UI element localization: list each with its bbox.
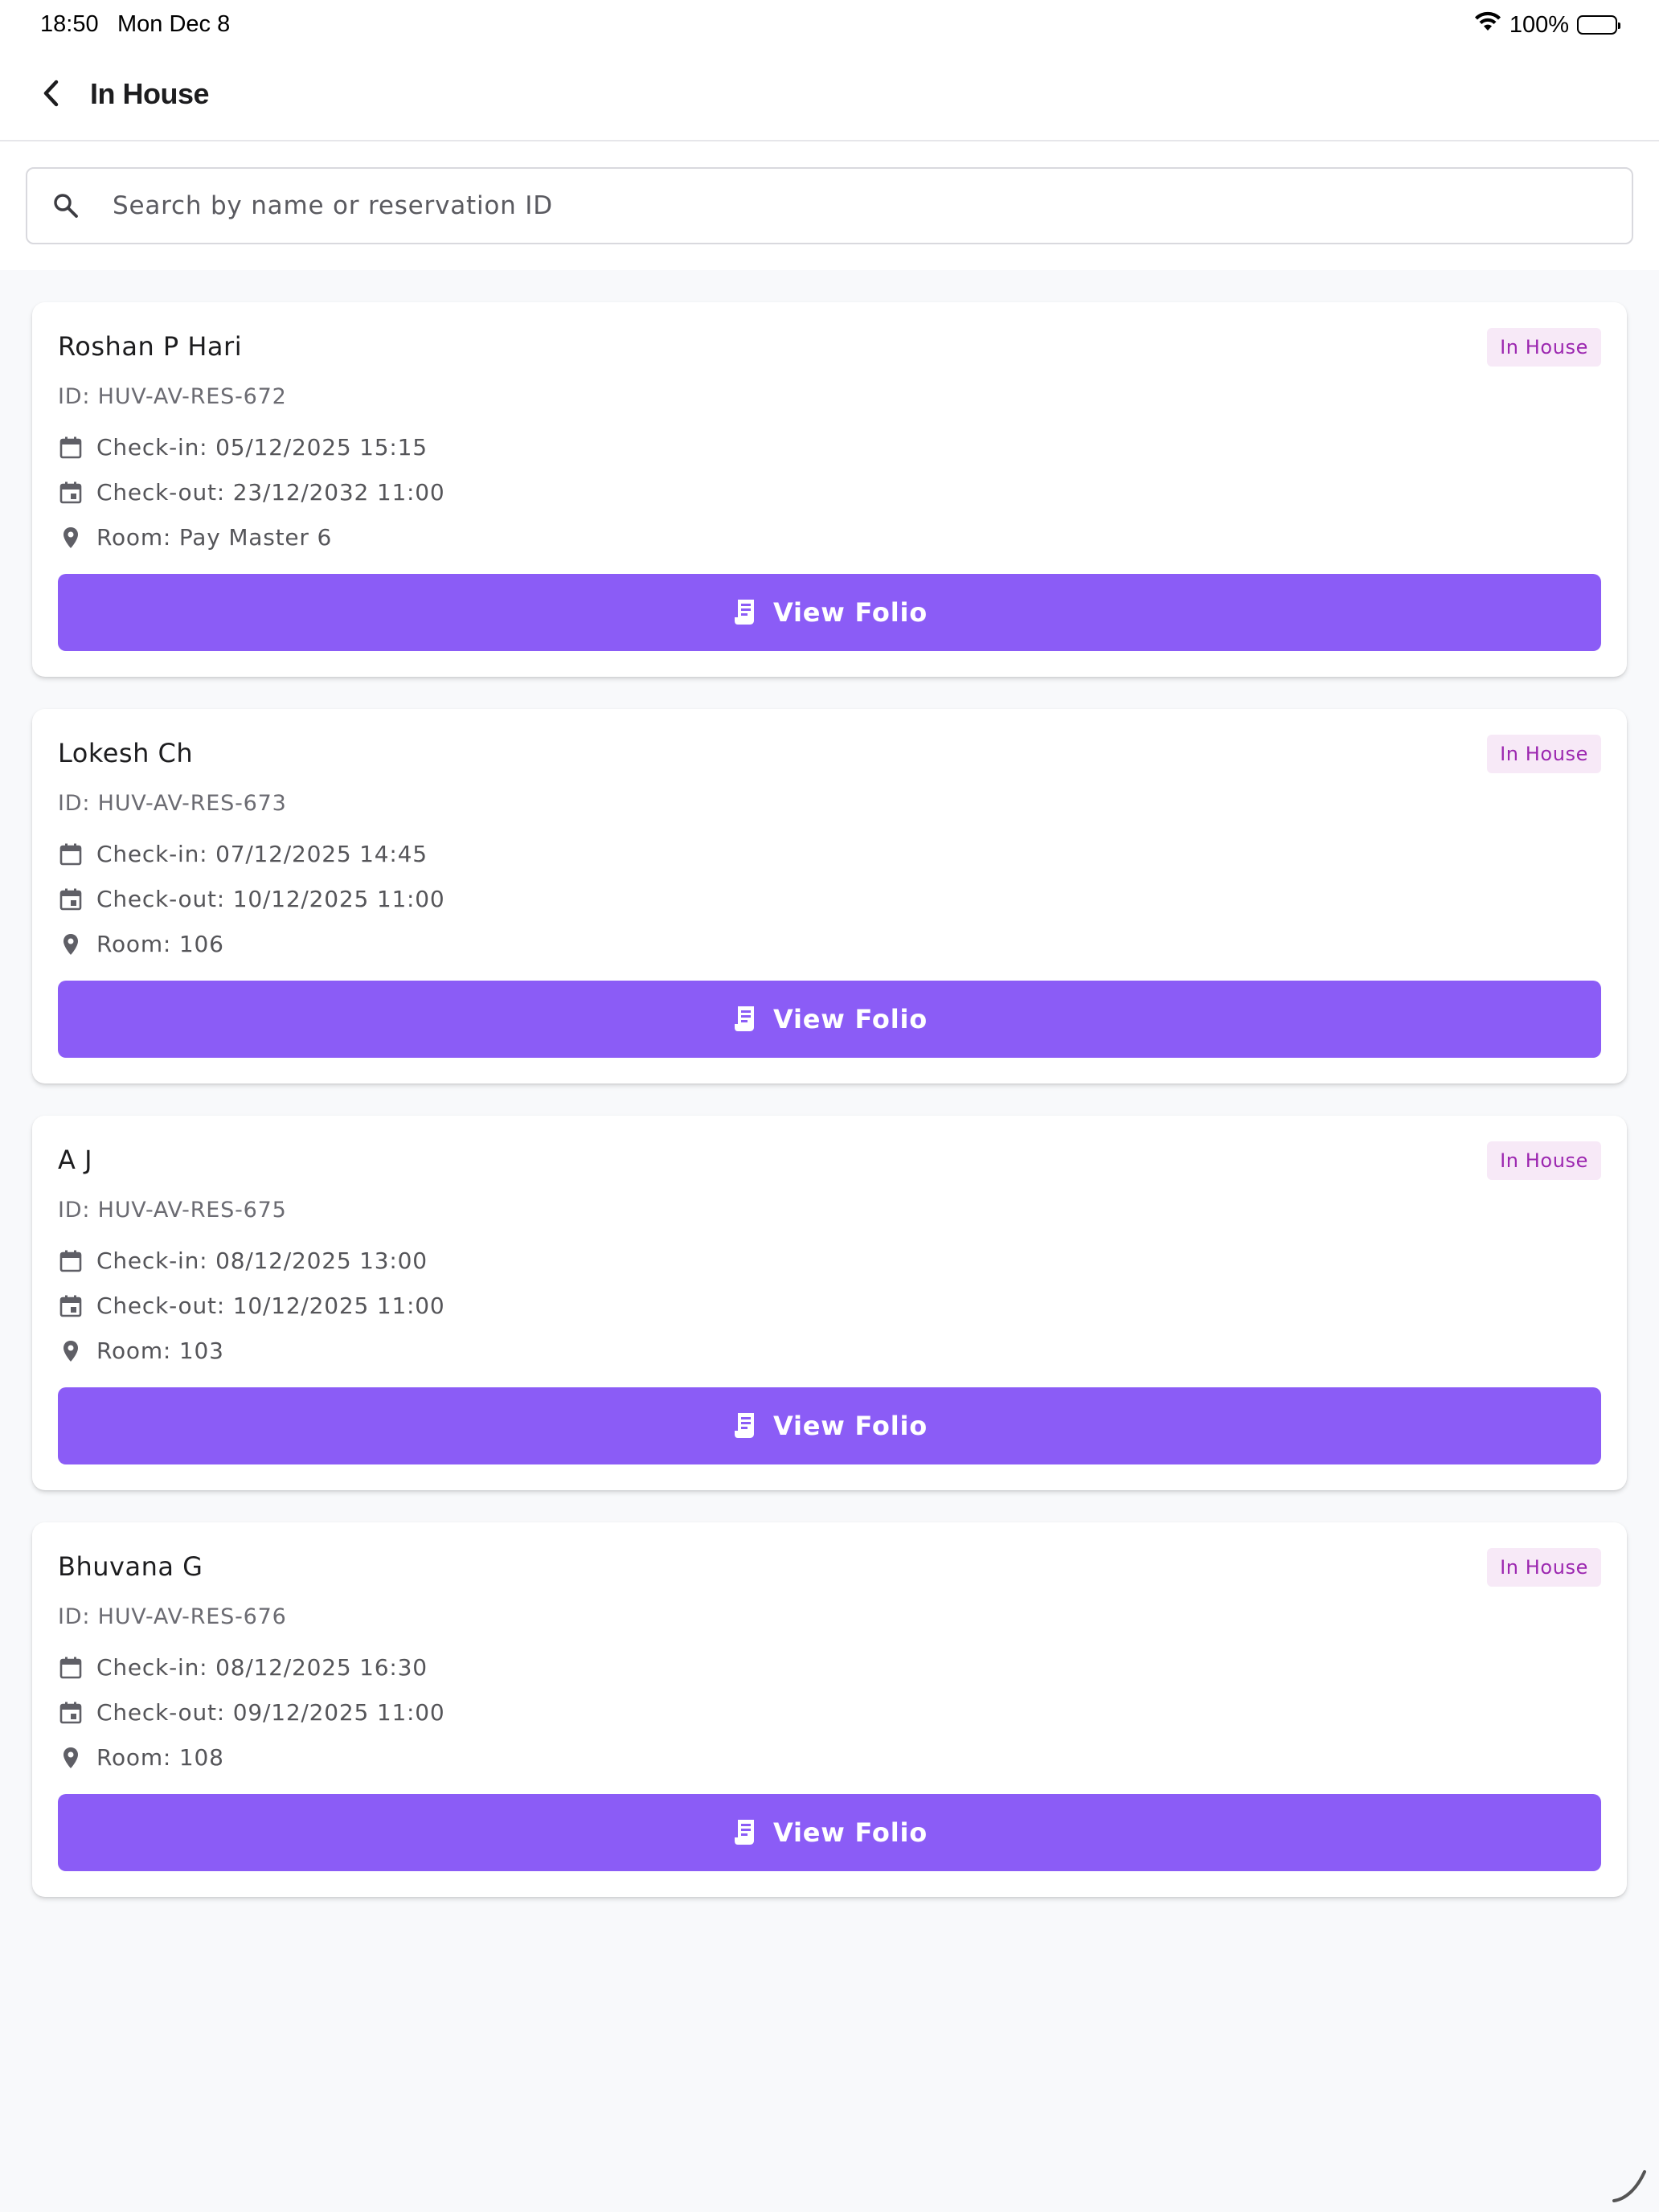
check-out-text: Check-out: 10/12/2025 11:00 [96,1292,445,1319]
resize-corner-icon [1612,2170,1646,2202]
status-badge: In House [1487,1141,1601,1180]
calendar-icon [58,435,84,461]
reservation-id: ID: HUV-AV-RES-675 [58,1198,287,1223]
room-row: Room: 103 [58,1337,224,1364]
event-icon [58,1700,84,1726]
check-out-text: Check-out: 09/12/2025 11:00 [96,1699,445,1726]
view-folio-label: View Folio [772,1817,928,1848]
view-folio-button[interactable]: View Folio [58,981,1601,1058]
page-title: In House [90,77,210,110]
check-in-text: Check-in: 07/12/2025 14:45 [96,841,428,867]
calendar-icon [58,1248,84,1274]
event-icon [58,1293,84,1319]
check-out-row: Check-out: 10/12/2025 11:00 [58,886,445,912]
guest-name: A J [58,1145,92,1175]
event-icon [58,480,84,506]
calendar-icon [58,842,84,867]
reservation-id: ID: HUV-AV-RES-672 [58,384,287,409]
status-bar: 18:50 Mon Dec 8 100% [0,0,1659,51]
view-folio-button[interactable]: View Folio [58,1794,1601,1871]
room-row: Room: 106 [58,931,224,957]
check-in-row: Check-in: 07/12/2025 14:45 [58,841,428,867]
check-in-row: Check-in: 08/12/2025 13:00 [58,1247,428,1274]
room-text: Room: 103 [96,1337,224,1364]
room-row: Room: Pay Master 6 [58,524,332,551]
view-folio-button[interactable]: View Folio [58,1387,1601,1464]
reservation-id: ID: HUV-AV-RES-676 [58,1604,287,1629]
location-pin-icon [58,932,84,957]
wifi-icon [1474,11,1501,39]
app-bar: In House [0,51,1659,141]
room-text: Room: 108 [96,1744,224,1771]
search-icon [50,190,82,222]
reservation-card: Lokesh Ch In House ID: HUV-AV-RES-673 Ch… [32,709,1627,1083]
check-in-row: Check-in: 05/12/2025 15:15 [58,434,428,461]
check-in-text: Check-in: 08/12/2025 16:30 [96,1654,428,1681]
event-icon [58,887,84,912]
view-folio-button[interactable]: View Folio [58,574,1601,651]
header-area: 18:50 Mon Dec 8 100% In House [0,0,1659,270]
check-out-row: Check-out: 23/12/2032 11:00 [58,479,445,506]
reservation-card: Roshan P Hari In House ID: HUV-AV-RES-67… [32,302,1627,677]
check-in-text: Check-in: 08/12/2025 13:00 [96,1247,428,1274]
reservation-card: Bhuvana G In House ID: HUV-AV-RES-676 Ch… [32,1522,1627,1897]
status-badge: In House [1487,328,1601,367]
chevron-left-icon [43,80,59,107]
receipt-icon [731,1411,759,1441]
reservation-card: A J In House ID: HUV-AV-RES-675 Check-in… [32,1116,1627,1490]
back-button[interactable] [29,71,74,116]
search-bar[interactable] [26,167,1633,244]
view-folio-label: View Folio [772,1004,928,1034]
check-out-text: Check-out: 10/12/2025 11:00 [96,886,445,912]
receipt-icon [731,1817,759,1848]
check-out-row: Check-out: 09/12/2025 11:00 [58,1699,445,1726]
status-indicators: 100% [1474,11,1620,39]
check-in-text: Check-in: 05/12/2025 15:15 [96,434,428,461]
location-pin-icon [58,525,84,551]
status-badge: In House [1487,1548,1601,1587]
location-pin-icon [58,1338,84,1364]
view-folio-label: View Folio [772,597,928,628]
status-time: 18:50 [40,11,99,37]
battery-icon [1577,15,1620,35]
location-pin-icon [58,1745,84,1771]
search-input[interactable] [111,190,1561,221]
receipt-icon [731,597,759,628]
check-in-row: Check-in: 08/12/2025 16:30 [58,1654,428,1681]
calendar-icon [58,1655,84,1681]
reservation-list: Roshan P Hari In House ID: HUV-AV-RES-67… [32,302,1627,1929]
check-out-row: Check-out: 10/12/2025 11:00 [58,1292,445,1319]
battery-percentage: 100% [1509,11,1569,38]
guest-name: Roshan P Hari [58,331,243,362]
view-folio-label: View Folio [772,1411,928,1441]
guest-name: Lokesh Ch [58,738,194,768]
status-date: Mon Dec 8 [117,11,231,37]
room-text: Room: 106 [96,931,224,957]
receipt-icon [731,1004,759,1034]
room-row: Room: 108 [58,1744,224,1771]
check-out-text: Check-out: 23/12/2032 11:00 [96,479,445,506]
guest-name: Bhuvana G [58,1551,203,1582]
room-text: Room: Pay Master 6 [96,524,333,551]
status-badge: In House [1487,735,1601,773]
reservation-id: ID: HUV-AV-RES-673 [58,791,287,816]
